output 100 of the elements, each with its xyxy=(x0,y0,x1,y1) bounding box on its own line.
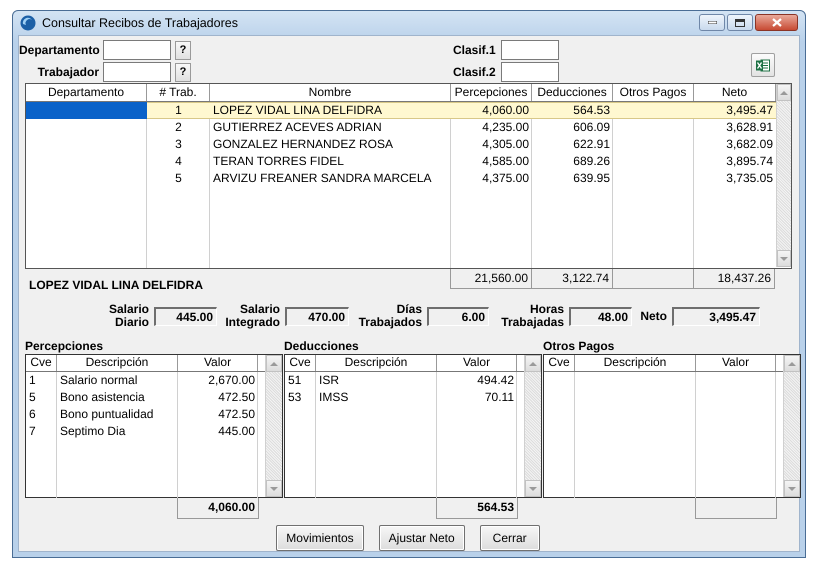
table-cell-text: ARVIZU FREANER SANDRA MARCELA xyxy=(212,170,432,187)
field-label: Departamento xyxy=(19,43,99,57)
down-arrow-icon xyxy=(270,486,278,490)
field-label: Clasif.2 xyxy=(453,65,495,79)
maximize-icon xyxy=(735,18,745,26)
scroll-up-button[interactable] xyxy=(525,355,541,372)
table-cell-text: Bono asistencia xyxy=(59,389,146,406)
table-cell: 4,060.00 xyxy=(451,102,532,119)
table-cell-text: 472.50 xyxy=(217,406,256,423)
table-cell-text: 3,628.91 xyxy=(725,119,774,136)
lookup-button[interactable]: ? xyxy=(175,62,191,82)
table-cell-text: 4,235.00 xyxy=(481,119,530,136)
table-row[interactable]: 2 GUTIERREZ ACEVES ADRIAN 4,235.00 606.09 3,628.91 xyxy=(26,119,776,136)
table-cell-text: GONZALEZ HERNANDEZ ROSA xyxy=(212,136,394,153)
up-arrow-icon xyxy=(780,90,788,94)
summary-label: Salario Diario xyxy=(108,303,149,329)
table-cell-text: Bono puntualidad xyxy=(59,406,154,423)
scrollbar[interactable] xyxy=(776,84,791,267)
table-cell-text: 689.26 xyxy=(572,153,611,170)
down-arrow-icon xyxy=(529,486,537,490)
summary-label: Salario Integrado xyxy=(224,303,280,329)
table-cell: 564.53 xyxy=(532,102,613,119)
table-cell-text: 4,585.00 xyxy=(481,153,530,170)
summary-label: Neto xyxy=(639,310,667,322)
table-row[interactable]: 4 TERAN TORRES FIDEL 4,585.00 689.26 3,895.74 xyxy=(26,153,776,170)
scrollbar[interactable] xyxy=(265,355,282,497)
table-cell-text: Septimo Dia xyxy=(59,423,126,440)
table-cell-text: 3,895.74 xyxy=(725,153,774,170)
close-button[interactable] xyxy=(755,14,798,31)
input-field[interactable] xyxy=(501,40,559,60)
total-cell: 21,560.00 xyxy=(450,269,531,289)
table-row[interactable]: 5 ARVIZU FREANER SANDRA MARCELA 4,375.00 639.95 3,735.05 xyxy=(26,170,776,187)
table-cell-text: 2 xyxy=(174,119,183,136)
table-row[interactable]: 1 LOPEZ VIDAL LINA DELFIDRA 4,060.00 564.53 3,495.47 xyxy=(26,102,776,119)
summary-value: 470.00 xyxy=(285,306,349,326)
input-field[interactable] xyxy=(103,62,171,82)
table-cell-text: 3,735.05 xyxy=(725,170,774,187)
panel-title: Percepciones xyxy=(25,340,104,354)
table-cell: 3,495.47 xyxy=(694,102,776,119)
scroll-down-button[interactable] xyxy=(525,480,541,497)
up-arrow-icon xyxy=(788,362,796,366)
spreadsheet-icon xyxy=(756,58,770,72)
scroll-down-button[interactable] xyxy=(266,480,282,497)
table-cell-text: TERAN TORRES FIDEL xyxy=(212,153,345,170)
table-cell-text: 606.09 xyxy=(572,119,611,136)
field-label: Clasif.1 xyxy=(453,43,495,57)
table-cell-text: 2,670.00 xyxy=(207,372,256,389)
window-title: Consultar Recibos de Trabajadores xyxy=(42,16,238,30)
table-cell-text: Salario normal xyxy=(59,372,138,389)
table-cell-text: 1 xyxy=(28,372,37,389)
table-cell-text: IMSS xyxy=(318,389,350,406)
table-cell-text: 494.42 xyxy=(476,372,515,389)
table-cell-text: 639.95 xyxy=(572,170,611,187)
table-cell-text: 4,305.00 xyxy=(481,136,530,153)
scroll-down-button[interactable] xyxy=(777,250,791,267)
table-cell-text: 4 xyxy=(174,153,183,170)
scroll-up-button[interactable] xyxy=(784,355,800,372)
action-button[interactable]: Ajustar Neto xyxy=(378,525,465,551)
table-cell-text: 70.11 xyxy=(484,389,515,406)
action-button[interactable]: Movimientos xyxy=(276,525,364,551)
table-cell-text: 5 xyxy=(28,389,37,406)
summary-value: 445.00 xyxy=(154,306,217,326)
scroll-up-button[interactable] xyxy=(266,355,282,372)
summary-label: Días Trabajados xyxy=(358,303,422,329)
close-icon xyxy=(772,18,782,27)
total-cell: 3,122.74 xyxy=(531,269,612,289)
input-field[interactable] xyxy=(501,62,559,82)
field-label: Trabajador xyxy=(36,65,99,79)
table-cell-text: 6 xyxy=(28,406,37,423)
action-button[interactable]: Cerrar xyxy=(480,525,540,551)
lookup-button[interactable]: ? xyxy=(175,40,191,60)
down-arrow-icon xyxy=(788,486,796,490)
total-cell: 564.53 xyxy=(436,498,518,519)
table-cell-text: 53 xyxy=(287,389,302,406)
input-field[interactable] xyxy=(103,40,171,60)
scrollbar[interactable] xyxy=(524,355,541,497)
panel-title: Deducciones xyxy=(284,340,360,354)
table-cell-text: 51 xyxy=(287,372,302,389)
total-cell: 4,060.00 xyxy=(177,498,259,519)
maximize-button[interactable] xyxy=(727,14,753,31)
scroll-up-button[interactable] xyxy=(777,84,791,101)
app-logo-icon xyxy=(20,15,36,31)
up-arrow-icon xyxy=(529,362,537,366)
scroll-down-button[interactable] xyxy=(784,480,800,497)
table-row[interactable]: 3 GONZALEZ HERNANDEZ ROSA 4,305.00 622.91 3,682.09 xyxy=(26,136,776,153)
table-cell-text: 3,682.09 xyxy=(725,136,774,153)
minimize-button[interactable] xyxy=(699,14,725,31)
table-cell-text: 4,375.00 xyxy=(481,170,530,187)
table-cell: LOPEZ VIDAL LINA DELFIDRA xyxy=(210,102,451,119)
total-cell: 18,437.26 xyxy=(693,269,775,289)
table-cell: 1 xyxy=(147,102,210,119)
excel-export-button[interactable] xyxy=(751,53,775,77)
table-cell-text: 622.91 xyxy=(572,136,611,153)
table-cell-text: 445.00 xyxy=(217,423,256,440)
table-cell-text: ISR xyxy=(318,372,340,389)
summary-label: Horas Trabajadas xyxy=(500,303,564,329)
down-arrow-icon xyxy=(780,256,788,260)
summary-value: 6.00 xyxy=(427,306,489,326)
scrollbar[interactable] xyxy=(783,355,800,497)
summary-value: 3,495.47 xyxy=(672,306,760,326)
